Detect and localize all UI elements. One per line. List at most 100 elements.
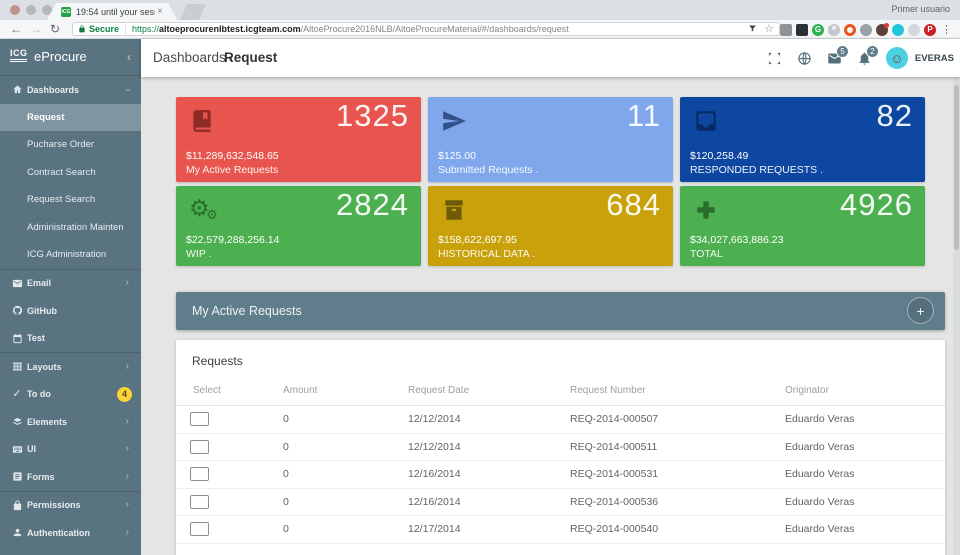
icg-logo: ICG xyxy=(10,48,28,63)
sidebar-item-authentication[interactable]: Authentication› xyxy=(0,519,141,547)
bell-icon[interactable]: 2 xyxy=(856,50,873,67)
table-title: Requests xyxy=(176,340,945,368)
breadcrumb[interactable]: Dashboards› xyxy=(153,50,233,65)
active-requests-panel-header[interactable]: My Active Requests + xyxy=(176,292,945,330)
sidebar-item-label: Request xyxy=(27,112,123,123)
metric-label: HISTORICAL DATA . xyxy=(438,248,535,260)
address-bar[interactable]: Secure https://altoeprocurenlbtest.icgte… xyxy=(72,22,780,36)
metric-card-responded-requests[interactable]: 82$120,258.49RESPONDED REQUESTS . xyxy=(680,97,925,182)
metric-amount: $34,027,663,886.23 xyxy=(690,234,783,246)
back-icon[interactable]: ← xyxy=(10,22,22,37)
page-scrollbar[interactable] xyxy=(953,77,960,555)
sidebar-item-request-search[interactable]: Request Search xyxy=(0,186,141,214)
row-checkbox[interactable] xyxy=(190,495,209,509)
sidebar-item-label: Elements xyxy=(27,417,123,427)
forward-icon: → xyxy=(30,22,42,37)
sidebar-item-administration-maintenance[interactable]: Administration Maintenance xyxy=(0,214,141,242)
cell-number: REQ-2014-000507 xyxy=(553,413,768,425)
sidebar-item-permissions[interactable]: Permissions› xyxy=(0,492,141,520)
extension-grey-box[interactable] xyxy=(780,24,792,36)
metric-card-total[interactable]: 4926$34,027,663,886.23TOTAL xyxy=(680,186,925,266)
sidebar-item-test[interactable]: Test xyxy=(0,325,141,353)
chevron-right-icon: › xyxy=(126,417,129,427)
metric-card-my-active-requests[interactable]: 1325$11,289,632,548.65My Active Requests xyxy=(176,97,421,182)
url-scheme: https:// xyxy=(132,24,159,34)
user-name[interactable]: EVERAS xyxy=(915,53,954,64)
row-checkbox[interactable] xyxy=(190,412,209,426)
metric-label: Submitted Requests . xyxy=(438,164,538,176)
reload-icon[interactable]: ↻ xyxy=(50,22,60,37)
appbar-actions: 5 2 ☺ EVERAS xyxy=(766,39,954,77)
chevron-right-icon: › xyxy=(126,278,129,288)
sidebar-collapse-icon[interactable]: ‹ xyxy=(127,50,131,64)
chevron-right-icon: › xyxy=(126,500,129,510)
fullscreen-icon[interactable] xyxy=(766,50,783,67)
close-window-button[interactable] xyxy=(10,5,20,15)
lock-icon xyxy=(11,499,23,511)
home-icon xyxy=(11,84,23,96)
sidebar-item-icg-administration[interactable]: ICG Administration xyxy=(0,241,141,269)
sidebar-item-elements[interactable]: Elements› xyxy=(0,408,141,436)
extension-brown[interactable] xyxy=(876,24,888,36)
metric-card-historical-data[interactable]: 684$158,622,697.95HISTORICAL DATA . xyxy=(428,186,673,266)
extension-asterisk[interactable]: * xyxy=(828,24,840,36)
new-tab-button[interactable] xyxy=(180,4,206,20)
extension-grammarly[interactable]: G xyxy=(812,24,824,36)
row-checkbox[interactable] xyxy=(190,440,209,454)
omnibox-filter-icon[interactable] xyxy=(748,20,757,38)
add-button[interactable]: + xyxy=(907,297,934,324)
extension-pinterest[interactable]: P xyxy=(924,24,936,36)
sidebar-item-pucharse-order[interactable]: Pucharse Order xyxy=(0,131,141,159)
row-checkbox[interactable] xyxy=(190,467,209,481)
cell-number: REQ-2014-000511 xyxy=(553,441,768,453)
table-row[interactable]: 012/16/2014REQ-2014-000536Eduardo Veras xyxy=(176,489,945,517)
avatar[interactable]: ☺ xyxy=(886,47,908,69)
sidebar-item-contract-search[interactable]: Contract Search xyxy=(0,159,141,187)
layers-icon xyxy=(11,416,23,428)
breadcrumb-parent[interactable]: Dashboards xyxy=(153,50,226,65)
extension-grey-circle[interactable] xyxy=(860,24,872,36)
chrome-menu-icon[interactable]: ⋮ xyxy=(941,23,952,36)
tab-close-icon[interactable]: × xyxy=(157,7,163,17)
calendar-icon xyxy=(11,332,23,344)
globe-icon[interactable] xyxy=(796,50,813,67)
sidebar-item-label: Authentication xyxy=(27,528,123,538)
cell-number: REQ-2014-000531 xyxy=(553,468,768,480)
minimize-window-button[interactable] xyxy=(26,5,36,15)
table-row[interactable]: 012/12/2014REQ-2014-000507Eduardo Veras xyxy=(176,406,945,434)
extension-office[interactable] xyxy=(844,24,856,36)
chrome-profile-name[interactable]: Primer usuario xyxy=(891,4,950,14)
browser-tab[interactable]: ICG 19:54 until your session times × xyxy=(47,3,177,20)
sidebar-item-request[interactable]: Request xyxy=(0,104,141,132)
secure-chip[interactable]: Secure xyxy=(78,24,119,34)
bookmark-star-icon[interactable]: ☆ xyxy=(764,24,774,35)
extension-teal-drop[interactable] xyxy=(892,24,904,36)
sidebar-item-email[interactable]: Email› xyxy=(0,270,141,298)
extension-owl[interactable] xyxy=(796,24,808,36)
sidebar-item-github[interactable]: GitHub xyxy=(0,297,141,325)
page-scrollbar-thumb[interactable] xyxy=(954,85,959,250)
extension-grey-disc[interactable] xyxy=(908,24,920,36)
metric-card-wip[interactable]: ⚙⚙2824$22,579,288,256.14WIP . xyxy=(176,186,421,266)
sidebar-item-label: Pucharse Order xyxy=(27,139,123,150)
person-icon xyxy=(11,527,23,539)
sidebar-item-to-do[interactable]: ✓To do4 xyxy=(0,381,141,409)
mail-icon[interactable]: 5 xyxy=(826,50,843,67)
table-row[interactable]: 012/12/2014REQ-2014-000511Eduardo Veras xyxy=(176,434,945,462)
sidebar-item-label: To do xyxy=(27,389,123,399)
table-row[interactable]: 012/16/2014REQ-2014-000531Eduardo Veras xyxy=(176,461,945,489)
cell-date: 12/16/2014 xyxy=(391,468,553,480)
tab-title: 19:54 until your session times xyxy=(76,7,155,17)
metric-card-submitted-requests[interactable]: 11$125.00Submitted Requests . xyxy=(428,97,673,182)
sidebar-item-forms[interactable]: Forms› xyxy=(0,463,141,491)
sidebar-item-layouts[interactable]: Layouts› xyxy=(0,353,141,381)
url-path: /AltoeProcure2016NLB/AltoeProcureMateria… xyxy=(301,24,569,34)
metric-amount: $125.00 xyxy=(438,150,476,162)
sidebar-item-dashboards[interactable]: Dashboards› xyxy=(0,76,141,104)
url-host: altoeprocurenlbtest.icgteam.com xyxy=(159,24,301,34)
metric-label: WIP . xyxy=(186,248,211,260)
row-checkbox[interactable] xyxy=(190,522,209,536)
sidebar-item-ui[interactable]: UI› xyxy=(0,436,141,464)
table-row[interactable]: 012/17/2014REQ-2014-000540Eduardo Veras xyxy=(176,516,945,544)
metric-value: 684 xyxy=(606,187,661,223)
